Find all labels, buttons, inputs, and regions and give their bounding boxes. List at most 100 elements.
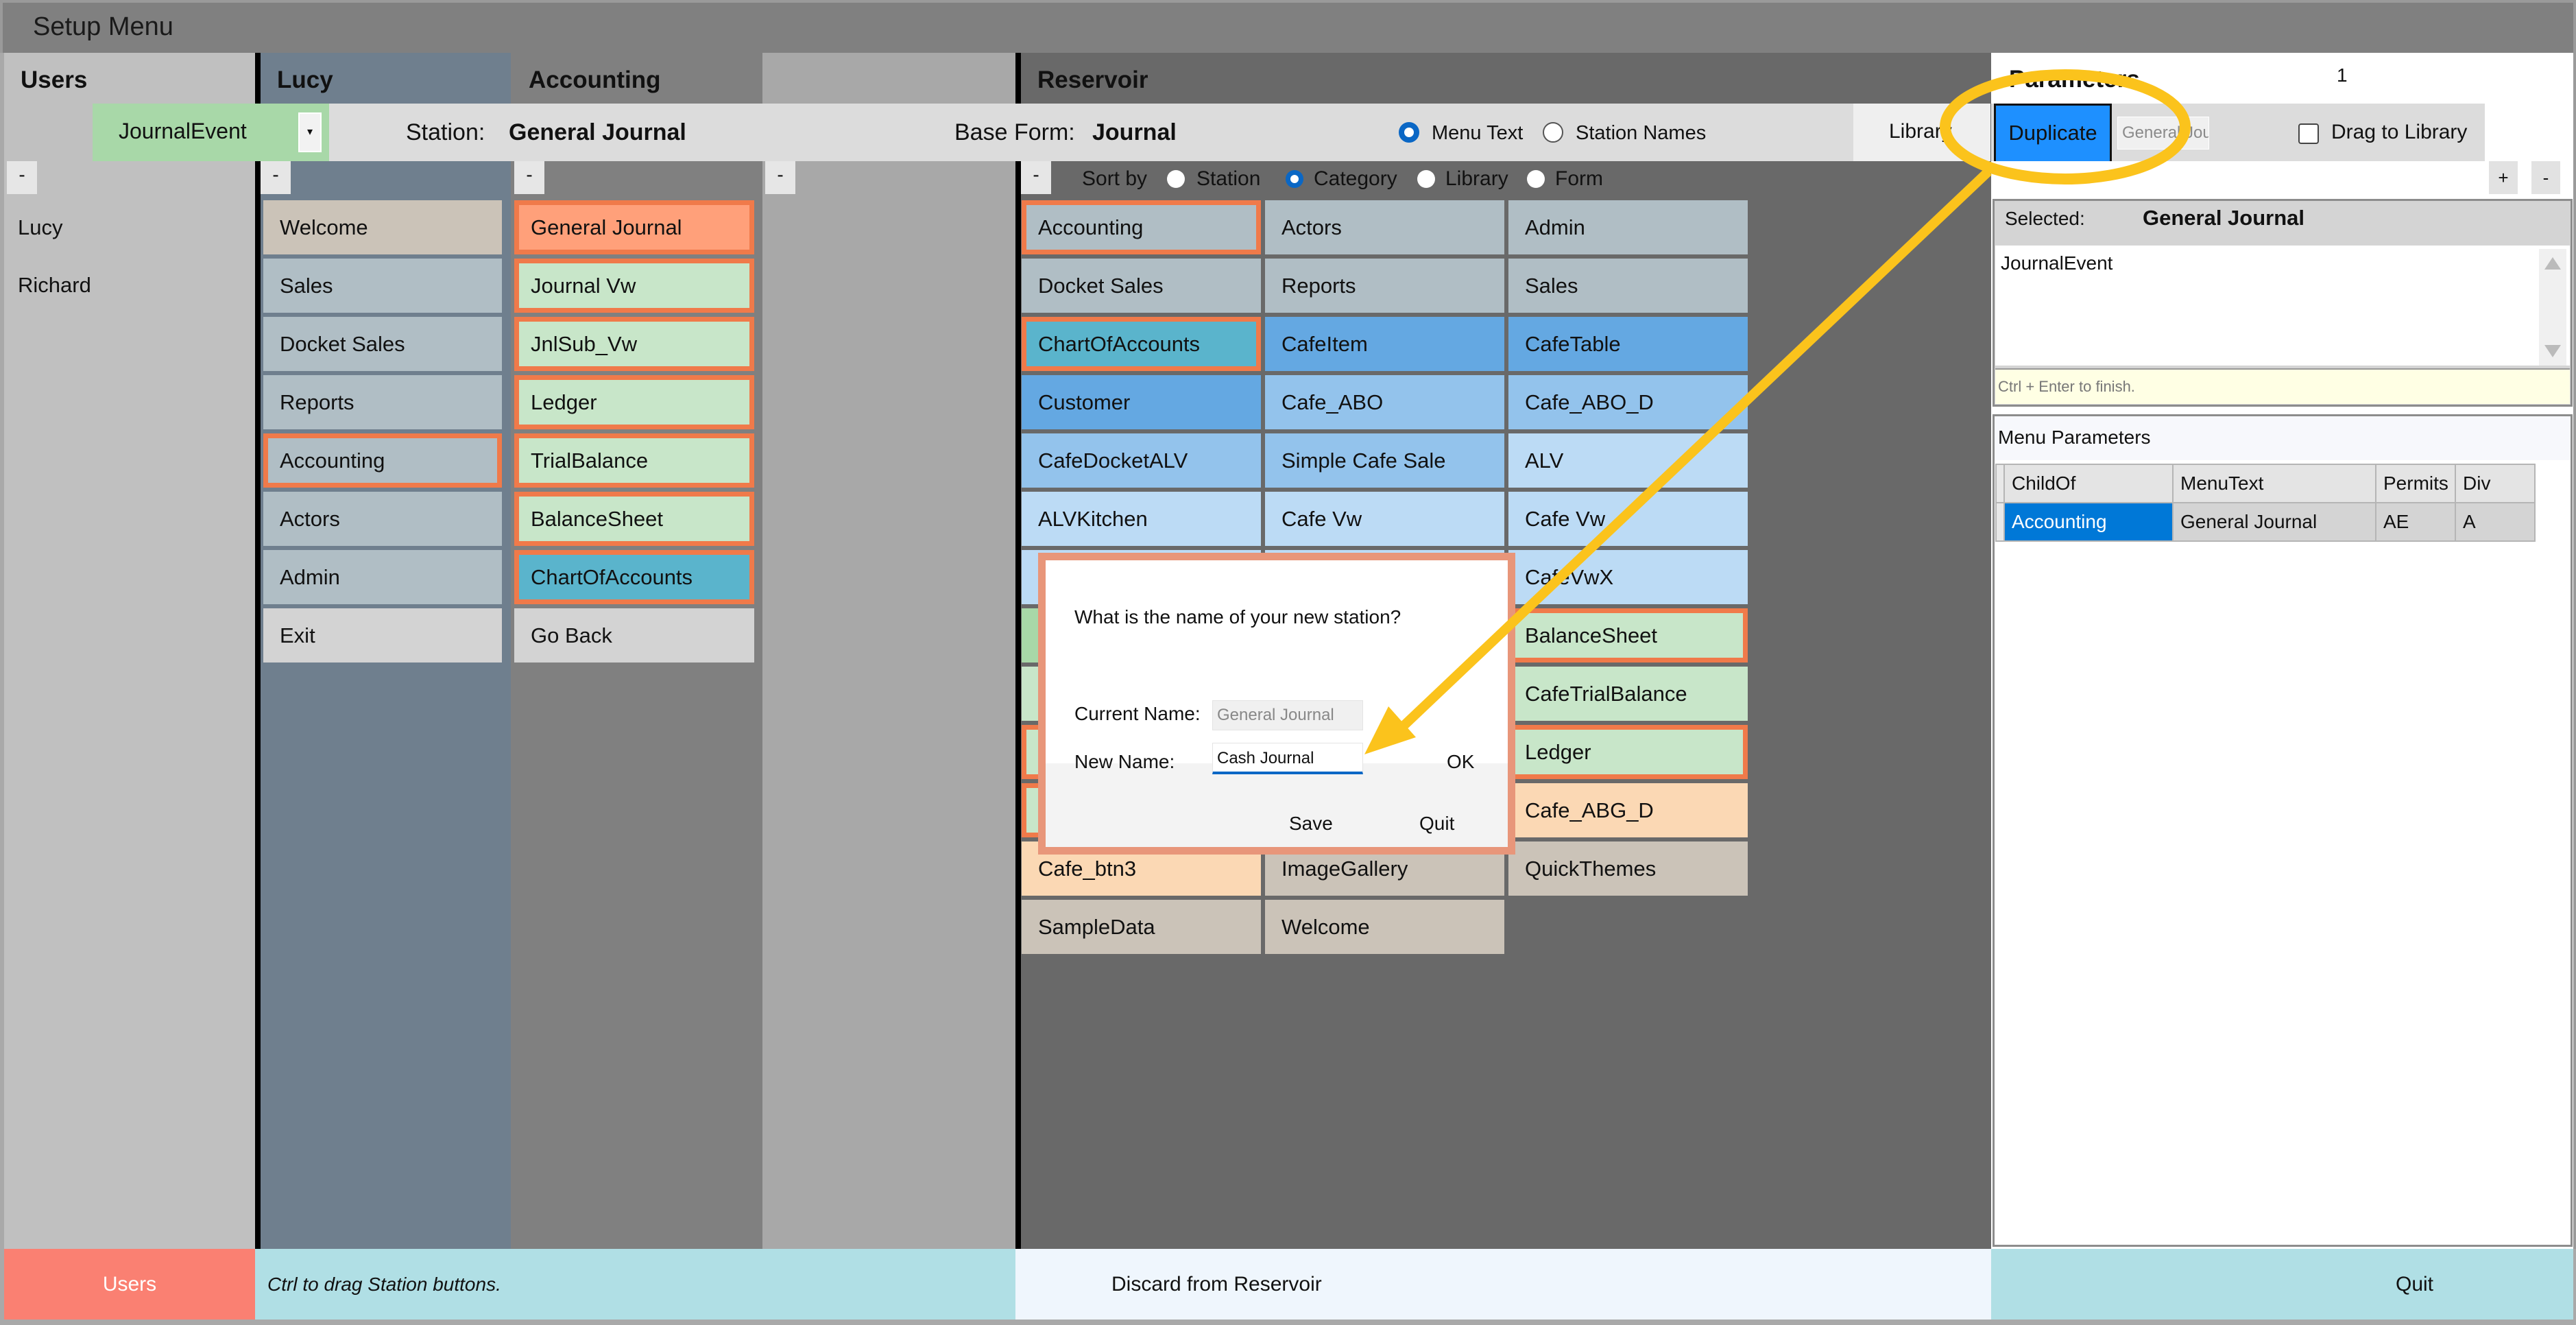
menu-tile[interactable]: Reports: [263, 375, 502, 429]
textarea-scrollbar[interactable]: [2539, 249, 2566, 366]
add-button[interactable]: +: [2489, 161, 2518, 194]
cell-menutext[interactable]: General Journal: [2172, 502, 2376, 542]
title-bar: Setup Menu: [0, 0, 2576, 53]
menu-tile[interactable]: Ledger: [514, 375, 754, 429]
menu-tile[interactable]: Docket Sales: [263, 317, 502, 371]
scroll-down-icon[interactable]: [2544, 345, 2561, 357]
menu-tile[interactable]: Admin: [263, 550, 502, 604]
reservoir-tile[interactable]: Cafe Vw: [1265, 492, 1504, 546]
remove-button[interactable]: -: [2531, 161, 2560, 194]
reservoir-tile-label: ALVKitchen: [1038, 506, 1148, 531]
reservoir-tile[interactable]: CafeTable: [1508, 317, 1748, 371]
ok-button[interactable]: OK: [1447, 751, 1474, 773]
menu-tile-label: TrialBalance: [531, 448, 649, 473]
quit-button[interactable]: Quit: [1991, 1249, 2573, 1320]
event-textarea[interactable]: JournalEvent: [1995, 246, 2570, 366]
user-item[interactable]: Richard: [18, 273, 91, 298]
station-names-radio[interactable]: [1543, 122, 1563, 143]
user-item[interactable]: Lucy: [18, 215, 62, 240]
reservoir-tile[interactable]: Simple Cafe Sale: [1265, 433, 1504, 488]
reservoir-tile-label: CafeItem: [1281, 331, 1368, 356]
menu-tile-label: Accounting: [280, 448, 385, 473]
reservoir-tile-label: Welcome: [1281, 914, 1370, 939]
reservoir-tile[interactable]: Reports: [1265, 259, 1504, 313]
reservoir-tile[interactable]: Actors: [1265, 200, 1504, 254]
cell-permits[interactable]: AE: [2375, 502, 2456, 542]
sort-library-radio[interactable]: [1417, 170, 1435, 188]
menu-tile[interactable]: Accounting: [263, 433, 502, 488]
collapse-users-button[interactable]: -: [7, 161, 37, 194]
reservoir-tile[interactable]: Cafe_ABO_D: [1508, 375, 1748, 429]
reservoir-tile[interactable]: Accounting: [1022, 200, 1261, 254]
menu-tile[interactable]: JnlSub_Vw: [514, 317, 754, 371]
reservoir-tile[interactable]: Docket Sales: [1022, 259, 1261, 313]
sort-form-radio[interactable]: [1527, 170, 1545, 188]
reservoir-tile[interactable]: CafeItem: [1265, 317, 1504, 371]
reservoir-tile[interactable]: Welcome: [1265, 900, 1504, 954]
reservoir-tile[interactable]: Admin: [1508, 200, 1748, 254]
dialog-quit-button[interactable]: Quit: [1419, 813, 1454, 835]
collapse-accounting-button[interactable]: -: [514, 161, 544, 194]
discard-from-reservoir-button[interactable]: Discard from Reservoir: [1015, 1249, 1991, 1320]
column-header-menutext[interactable]: MenuText: [2172, 464, 2376, 503]
reservoir-tile[interactable]: Ledger: [1508, 725, 1748, 779]
reservoir-tile[interactable]: BalanceSheet: [1508, 608, 1748, 662]
menu-tile-label: Docket Sales: [280, 331, 405, 356]
sort-station-radio[interactable]: [1167, 170, 1185, 188]
sort-by-label: Sort by: [1082, 167, 1148, 190]
reservoir-tile[interactable]: Cafe Vw: [1508, 492, 1748, 546]
collapse-empty-button[interactable]: -: [765, 161, 795, 194]
menu-text-radio[interactable]: [1399, 122, 1419, 143]
reservoir-tile[interactable]: QuickThemes: [1508, 841, 1748, 896]
event-text: JournalEvent: [2001, 252, 2113, 274]
cell-childof[interactable]: Accounting: [2003, 502, 2174, 542]
collapse-reservoir-button[interactable]: -: [1021, 161, 1051, 194]
library-tab[interactable]: Library: [1853, 104, 1990, 161]
collapse-lucy-button[interactable]: -: [261, 161, 291, 194]
menu-tile[interactable]: ChartOfAccounts: [514, 550, 754, 604]
users-footer-button[interactable]: Users: [4, 1249, 255, 1320]
duplicate-name-input[interactable]: General Journal: [2117, 117, 2209, 150]
menu-tile[interactable]: BalanceSheet: [514, 492, 754, 546]
new-name-input[interactable]: Cash Journal: [1212, 743, 1363, 774]
reservoir-tile[interactable]: Cafe_ABO: [1265, 375, 1504, 429]
dialog-question: What is the name of your new station?: [1074, 606, 1401, 628]
chevron-down-icon[interactable]: ▾: [298, 112, 322, 152]
reservoir-tile[interactable]: CafeTrialBalance: [1508, 667, 1748, 721]
reservoir-tile[interactable]: CafeVwX: [1508, 550, 1748, 604]
current-name-label: Current Name:: [1074, 703, 1201, 724]
menu-tile[interactable]: Actors: [263, 492, 502, 546]
menu-tile[interactable]: General Journal: [514, 200, 754, 254]
scroll-up-icon[interactable]: [2544, 257, 2561, 270]
cell-div[interactable]: A: [2455, 502, 2536, 542]
menu-tile[interactable]: Sales: [263, 259, 502, 313]
column-header-div[interactable]: Div: [2455, 464, 2536, 503]
menu-tile[interactable]: Exit: [263, 608, 502, 662]
table-row[interactable]: Accounting General Journal AE A: [1995, 502, 2536, 542]
menu-tile-label: Go Back: [531, 623, 612, 647]
sort-category-radio[interactable]: [1286, 170, 1303, 188]
reservoir-tile[interactable]: ChartOfAccounts: [1022, 317, 1261, 371]
reservoir-tile[interactable]: Cafe_ABG_D: [1508, 783, 1748, 837]
reservoir-tile-label: Ledger: [1525, 739, 1591, 764]
drag-to-library-label: Drag to Library: [2331, 121, 2468, 143]
row-header[interactable]: [1995, 502, 2005, 542]
event-selector[interactable]: JournalEvent ▾: [93, 104, 329, 161]
menu-tile-label: Sales: [280, 273, 333, 298]
column-header-permits[interactable]: Permits: [2375, 464, 2456, 503]
menu-tile[interactable]: Journal Vw: [514, 259, 754, 313]
reservoir-tile[interactable]: SampleData: [1022, 900, 1261, 954]
menu-tile[interactable]: Go Back: [514, 608, 754, 662]
sort-form-label: Form: [1555, 167, 1603, 190]
duplicate-button[interactable]: Duplicate: [1994, 104, 2112, 161]
save-button[interactable]: Save: [1289, 813, 1333, 835]
reservoir-tile[interactable]: ALVKitchen: [1022, 492, 1261, 546]
menu-tile[interactable]: Welcome: [263, 200, 502, 254]
reservoir-tile[interactable]: Sales: [1508, 259, 1748, 313]
column-header-childof[interactable]: ChildOf: [2003, 464, 2174, 503]
reservoir-tile[interactable]: CafeDocketALV: [1022, 433, 1261, 488]
reservoir-tile[interactable]: Customer: [1022, 375, 1261, 429]
reservoir-tile[interactable]: ALV: [1508, 433, 1748, 488]
menu-tile[interactable]: TrialBalance: [514, 433, 754, 488]
drag-to-library-checkbox[interactable]: [2298, 123, 2319, 144]
